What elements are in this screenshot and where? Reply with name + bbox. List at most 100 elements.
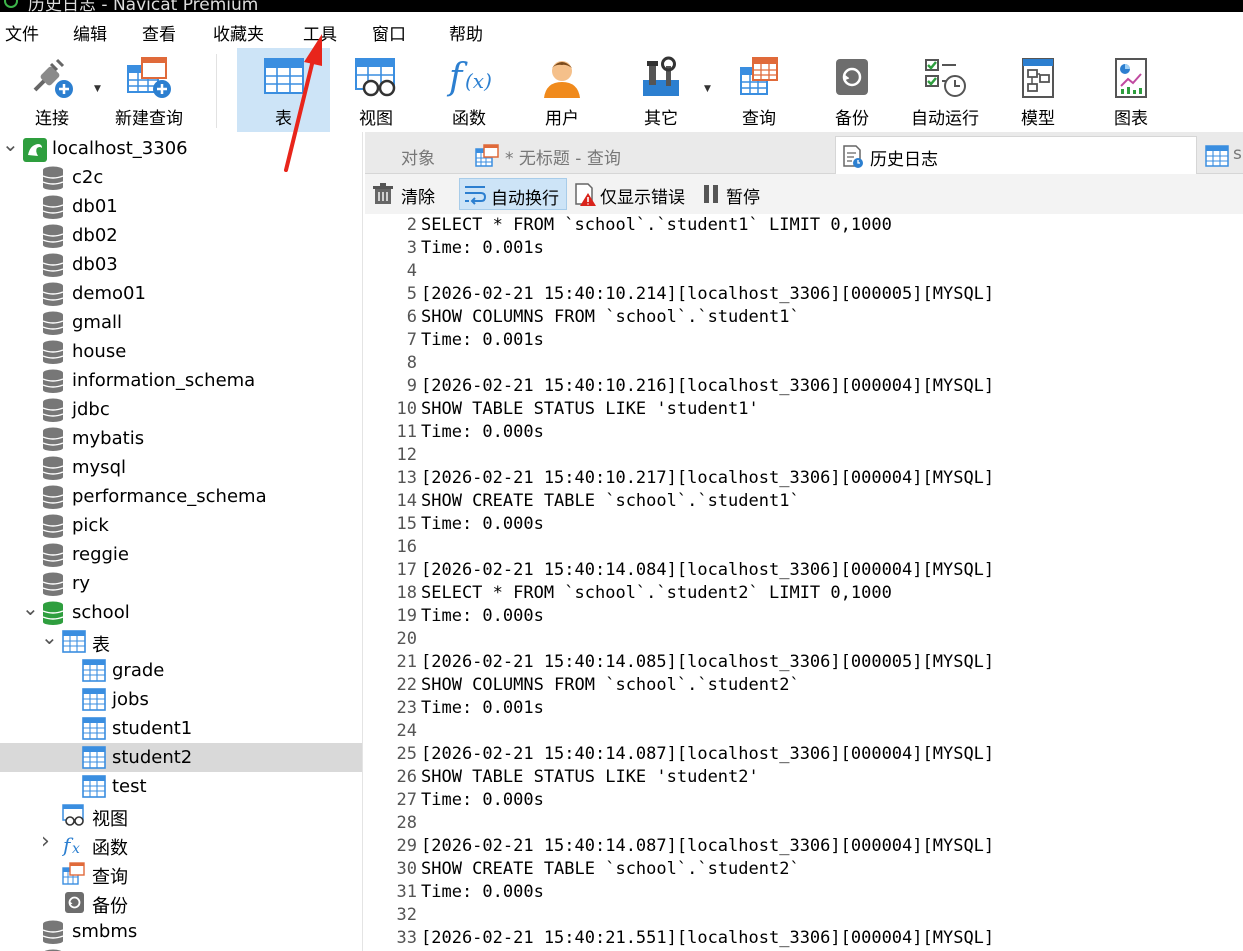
- tree-table[interactable]: grade: [0, 656, 362, 685]
- line-number: 12: [396, 445, 417, 465]
- tree-database[interactable]: pick: [0, 511, 362, 540]
- table-button[interactable]: 表: [237, 48, 330, 132]
- tree-database[interactable]: mybatis: [0, 424, 362, 453]
- log-text: [2026-02-21 15:40:14.084][localhost_3306…: [421, 560, 995, 580]
- database-icon: [42, 485, 64, 509]
- new-query-button[interactable]: 新建查询: [108, 48, 190, 132]
- line-number: 3: [406, 238, 417, 258]
- expand-chevron-down-icon[interactable]: ⌄: [22, 596, 39, 620]
- menu-edit[interactable]: 编辑: [73, 20, 107, 45]
- tree-database[interactable]: smbms: [0, 917, 362, 946]
- tree-views-group[interactable]: 视图: [0, 801, 362, 830]
- navigation-tree: ⌄ localhost_3306 c2c db01 db02 db03 demo01 gmal…: [0, 132, 363, 951]
- tab-untitled-query[interactable]: * 无标题 - 查询: [471, 136, 835, 174]
- tree-queries-group[interactable]: 查询: [0, 859, 362, 888]
- automation-label: 自动运行: [911, 109, 979, 129]
- other-button[interactable]: 其它: [620, 48, 702, 132]
- tree-database[interactable]: gmall: [0, 308, 362, 337]
- log-line: 21 [2026-02-21 15:40:14.085][localhost_33…: [365, 652, 1243, 675]
- word-wrap-toggle[interactable]: 自动换行: [459, 178, 567, 210]
- tree-table[interactable]: test: [0, 772, 362, 801]
- log-text: Time: 0.000s: [421, 606, 544, 626]
- table-name: jobs: [112, 689, 149, 710]
- pause-button[interactable]: 暂停: [699, 178, 769, 210]
- tab-objects[interactable]: 对象: [365, 136, 469, 174]
- collapse-chevron-right-icon[interactable]: ›: [41, 829, 50, 854]
- query-icon: [62, 862, 85, 885]
- database-name: reggie: [72, 544, 130, 565]
- menu-favorites[interactable]: 收藏夹: [213, 20, 264, 45]
- tree-table[interactable]: jobs: [0, 685, 362, 714]
- database-icon: [42, 920, 64, 944]
- menu-help[interactable]: 帮助: [449, 20, 483, 45]
- log-text: SHOW CREATE TABLE `school`.`student1`: [421, 491, 800, 511]
- tree-database[interactable]: demo01: [0, 279, 362, 308]
- line-number: 2: [406, 215, 417, 235]
- tree-database[interactable]: db02: [0, 221, 362, 250]
- log-line: 32: [365, 905, 1243, 928]
- tree-functions-group[interactable]: › f x 函数: [0, 829, 362, 859]
- menu-tools[interactable]: 工具: [303, 20, 337, 45]
- clear-button[interactable]: 清除: [369, 178, 445, 210]
- log-text: SHOW CREATE TABLE `school`.`student2`: [421, 859, 800, 879]
- view-button[interactable]: 视图: [334, 48, 418, 132]
- database-icon: [42, 340, 64, 364]
- tab-extra-label: s: [1233, 144, 1242, 164]
- table-name: student2: [112, 747, 193, 768]
- tree-database[interactable]: reggie: [0, 540, 362, 569]
- line-number: 4: [406, 261, 417, 281]
- tree-database-partial[interactable]: [0, 946, 362, 951]
- views-group-label: 视图: [92, 809, 128, 830]
- model-button[interactable]: 模型: [1000, 48, 1076, 132]
- log-line: 22 SHOW COLUMNS FROM `school`.`student2`: [365, 675, 1243, 698]
- other-dropdown-icon[interactable]: ▼: [704, 84, 711, 94]
- tab-bar: 对象 * 无标题 - 查询 历史日志 s: [365, 132, 1243, 174]
- connect-button[interactable]: 连接: [12, 48, 92, 132]
- function-button[interactable]: f (x) 函数: [428, 48, 510, 132]
- tab-history-log[interactable]: 历史日志: [835, 136, 1197, 174]
- history-log-content[interactable]: 2 SELECT * FROM `school`.`student1` LIMIT…: [365, 214, 1243, 951]
- log-text: SHOW COLUMNS FROM `school`.`student1`: [421, 307, 800, 327]
- tree-database[interactable]: ry: [0, 569, 362, 598]
- expand-chevron-down-icon[interactable]: ⌄: [41, 625, 58, 649]
- tree-database[interactable]: performance_schema: [0, 482, 362, 511]
- tree-database-school[interactable]: ⌄ school: [0, 596, 362, 627]
- tree-backups-group[interactable]: 备份: [0, 888, 362, 917]
- tree-connection[interactable]: ⌄ localhost_3306: [0, 132, 362, 163]
- log-text: [2026-02-21 15:40:14.087][localhost_3306…: [421, 744, 995, 764]
- log-toolbar: 清除 自动换行 仅显示错误 暂停: [365, 174, 1243, 214]
- tree-database[interactable]: information_schema: [0, 366, 362, 395]
- line-number: 21: [396, 652, 417, 672]
- query-button[interactable]: 查询: [718, 48, 800, 132]
- tab-objects-label: 对象: [401, 149, 435, 169]
- database-icon: [42, 166, 64, 190]
- menu-view[interactable]: 查看: [142, 20, 176, 45]
- tree-table[interactable]: student2: [0, 743, 362, 772]
- chart-button[interactable]: 图表: [1092, 48, 1170, 132]
- database-icon: [42, 311, 64, 335]
- tree-database[interactable]: house: [0, 337, 362, 366]
- automation-button[interactable]: 自动运行: [900, 48, 990, 132]
- tree-database[interactable]: c2c: [0, 163, 362, 192]
- menu-file[interactable]: 文件: [5, 20, 39, 45]
- user-button[interactable]: 用户: [520, 48, 604, 132]
- error-filter-icon: [575, 183, 596, 206]
- menu-window[interactable]: 窗口: [372, 20, 406, 45]
- line-number: 16: [396, 537, 417, 557]
- tree-database[interactable]: jdbc: [0, 395, 362, 424]
- database-name: db03: [72, 254, 118, 275]
- tree-database[interactable]: db01: [0, 192, 362, 221]
- tree-database[interactable]: mysql: [0, 453, 362, 482]
- menu-bar: 文件 编辑 查看 收藏夹 工具 窗口 帮助: [0, 12, 1243, 48]
- connect-dropdown-icon[interactable]: ▼: [94, 84, 101, 94]
- errors-only-toggle[interactable]: 仅显示错误: [571, 178, 693, 210]
- tab-extra[interactable]: s: [1199, 136, 1243, 174]
- backup-button[interactable]: 备份: [812, 48, 892, 132]
- tree-database[interactable]: db03: [0, 250, 362, 279]
- tree-table[interactable]: student1: [0, 714, 362, 743]
- expand-chevron-down-icon[interactable]: ⌄: [2, 132, 19, 156]
- line-number: 20: [396, 629, 417, 649]
- database-icon: [42, 456, 64, 480]
- line-number: 9: [406, 376, 417, 396]
- tree-tables-group[interactable]: ⌄ 表: [0, 625, 362, 656]
